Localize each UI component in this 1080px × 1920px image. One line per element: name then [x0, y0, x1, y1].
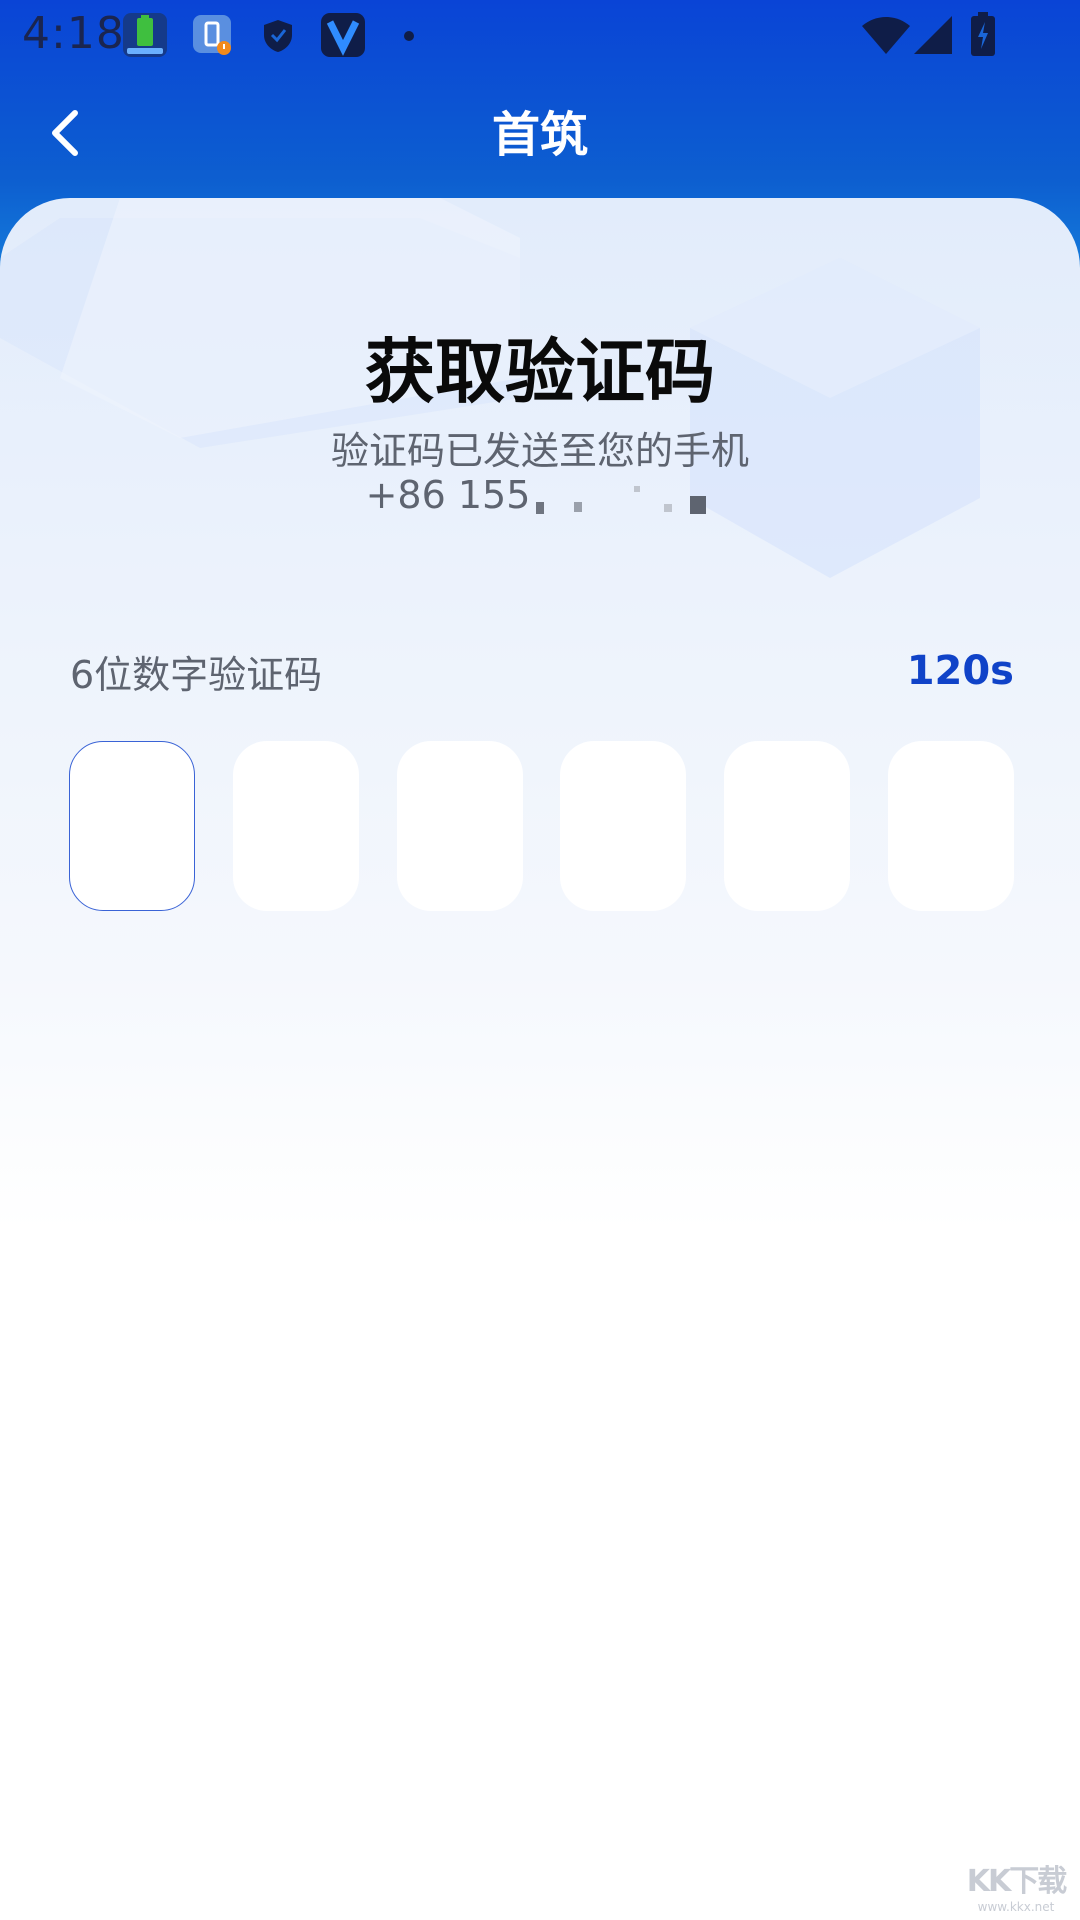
status-time: 4:18 — [22, 8, 125, 59]
code-box-3[interactable] — [396, 741, 523, 911]
dot-icon — [402, 28, 416, 47]
code-box-4[interactable] — [560, 741, 687, 911]
redacted-digits — [534, 480, 714, 516]
verification-sheet: 获取验证码 验证码已发送至您的手机 +86 155 6位数字验证码 120s — [0, 198, 1080, 1920]
watermark-logo: KK下载 — [966, 1864, 1068, 1899]
code-label: 6位数字验证码 — [70, 653, 323, 697]
watermark-url: www.kkx.net — [977, 1900, 1055, 1914]
page-title: 首筑 — [491, 107, 588, 163]
countdown-timer: 120s — [906, 648, 1014, 694]
wifi-icon — [862, 16, 910, 58]
phone-prefix: +86 155 — [365, 473, 531, 517]
signal-icon — [914, 16, 952, 58]
headline: 获取验证码 — [365, 331, 715, 413]
status-bar: 4:18 — [0, 0, 1080, 72]
phone-number: +86 155 — [0, 474, 1080, 516]
shield-icon — [262, 18, 294, 58]
code-box-1[interactable] — [69, 741, 195, 911]
battery-app-icon — [122, 12, 168, 62]
code-box-6[interactable] — [887, 741, 1014, 911]
v-app-icon — [320, 12, 366, 62]
subtitle: 验证码已发送至您的手机 — [330, 429, 749, 473]
nav-bar: 首筑 — [0, 90, 1080, 180]
battery-charging-icon — [970, 12, 996, 60]
watermark: KK下载 www.kkx.net — [966, 1856, 1068, 1914]
code-input-group — [69, 741, 1014, 911]
code-box-2[interactable] — [232, 741, 359, 911]
battery-alert-icon — [192, 14, 232, 60]
code-box-5[interactable] — [724, 741, 851, 911]
